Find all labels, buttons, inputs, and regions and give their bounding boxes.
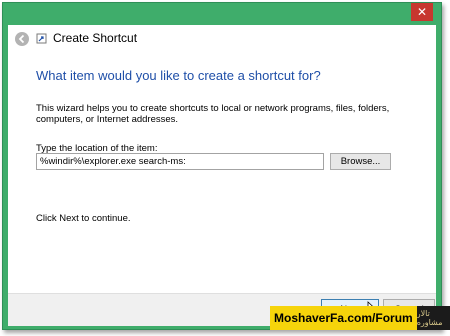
create-shortcut-window: ✕ Create Shortcut What item would you li… [2, 2, 442, 330]
continue-instructions: Click Next to continue. [36, 213, 131, 224]
shortcut-app-icon [36, 33, 47, 44]
close-button[interactable]: ✕ [411, 3, 433, 21]
watermark-logo: تالار مشاوره [416, 306, 450, 330]
back-arrow-icon[interactable] [15, 32, 29, 46]
wizard-description: This wizard helps you to create shortcut… [36, 103, 390, 125]
watermark-banner: MoshaverFa.com/Forum تالار مشاوره [270, 306, 450, 330]
dialog-title: Create Shortcut [53, 31, 138, 45]
close-icon: ✕ [416, 5, 428, 19]
watermark-text: MoshaverFa.com/Forum [270, 306, 417, 330]
browse-button[interactable]: Browse... [330, 153, 391, 170]
page-heading: What item would you like to create a sho… [36, 68, 321, 83]
wizard-content: Create Shortcut What item would you like… [8, 25, 436, 326]
location-input[interactable] [36, 153, 324, 170]
